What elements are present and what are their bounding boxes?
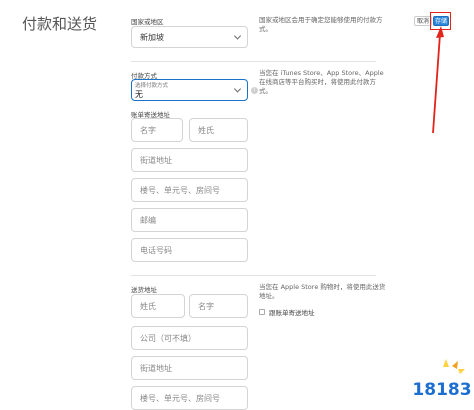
shipping-street-field[interactable]: 街道地址 <box>131 356 248 380</box>
section-divider <box>131 275 376 276</box>
shipping-first-name-field[interactable]: 名字 <box>189 294 248 318</box>
watermark-rays <box>443 359 465 374</box>
shipping-unit-field[interactable]: 楼号、单元号、房间号 <box>131 386 248 410</box>
shipping-help-text: 当您在 Apple Store 购物时，将使用此送货地址。 <box>259 283 386 300</box>
watermark-text: 18183 <box>412 380 471 400</box>
info-icon[interactable]: i <box>251 87 258 94</box>
billing-first-name-field[interactable]: 名字 <box>131 118 183 142</box>
billing-last-name-field[interactable]: 姓氏 <box>189 118 248 142</box>
payment-value: 无 <box>135 90 143 99</box>
region-help-text: 国家或地区会用于确定您能够使用的付款方式。 <box>259 16 383 33</box>
annotation-arrow-head <box>436 26 444 38</box>
region-label: 国家或地区 <box>131 18 164 26</box>
shipping-last-name-field[interactable]: 姓氏 <box>131 294 185 318</box>
payment-method-select[interactable]: 选择付款方式 无 <box>131 79 248 101</box>
billing-street-field[interactable]: 街道地址 <box>131 148 248 172</box>
payment-select-hint: 选择付款方式 <box>135 83 169 89</box>
page-title: 付款和送货 <box>22 15 98 33</box>
payment-help-text: 当您在 iTunes Store、App Store、Apple 在线商店等平台… <box>259 69 384 95</box>
shipping-address-label: 送货地址 <box>131 286 157 294</box>
region-select[interactable]: 新加坡 <box>131 26 248 48</box>
same-address-option[interactable]: 跟账单寄送地址 <box>259 307 315 317</box>
same-address-checkbox[interactable] <box>259 309 265 315</box>
annotation-arrow-shaft <box>432 33 441 134</box>
section-divider <box>131 61 376 62</box>
shipping-company-field[interactable]: 公司（可不填） <box>131 326 248 350</box>
region-value: 新加坡 <box>140 32 164 42</box>
billing-unit-field[interactable]: 楼号、单元号、房间号 <box>131 178 248 202</box>
billing-postal-field[interactable]: 邮编 <box>131 208 248 232</box>
billing-phone-field[interactable]: 电话号码 <box>131 238 248 262</box>
watermark-logo: 18183 <box>412 359 472 401</box>
chevron-down-icon <box>233 32 242 40</box>
annotation-arrow <box>432 26 444 134</box>
same-address-label: 跟账单寄送地址 <box>269 309 315 317</box>
